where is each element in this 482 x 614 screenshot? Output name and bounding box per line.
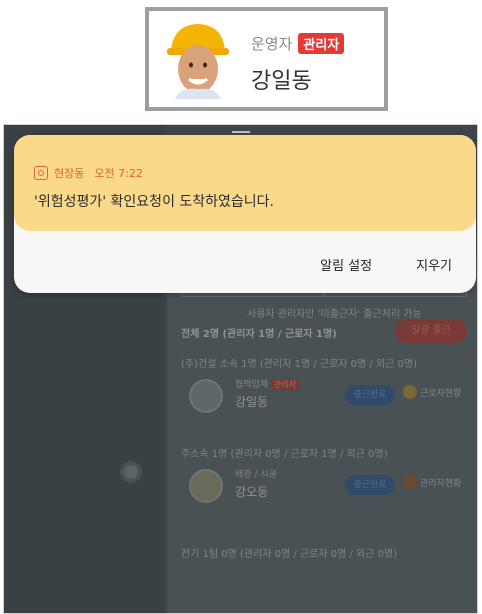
bulk-attend-button[interactable]: 일괄 출근: [395, 319, 467, 343]
notification-app-name: 현장동: [54, 167, 85, 180]
admin-badge: 관리자: [298, 33, 345, 54]
row-name: 강일동: [235, 395, 269, 409]
attend-status-pill[interactable]: 출근완료: [345, 385, 395, 405]
notification-body[interactable]: 현장동 오전 7:22 '위험성평가' 확인요청이 도착하였습니다.: [14, 135, 476, 231]
attend-status-pill[interactable]: 출근완료: [345, 475, 395, 495]
status-label: 관리자현황: [420, 478, 462, 489]
app-icon: [34, 166, 48, 180]
notification-message: '위험성평가' 확인요청이 도착하였습니다.: [34, 194, 275, 210]
row-name: 강오동: [235, 485, 269, 499]
profile-card: 운영자 관리자 강일동: [145, 7, 388, 111]
worker-avatar: [167, 24, 229, 99]
status-icon: [403, 475, 417, 489]
drag-handle[interactable]: [232, 131, 250, 133]
group-header: 주소속 1명 (관리자 0명 / 근로자 1명 / 외근 0명): [181, 449, 388, 460]
push-notification[interactable]: 현장동 오전 7:22 '위험성평가' 확인요청이 도착하였습니다. 알림 설정…: [14, 135, 476, 293]
notification-time: 오전 7:22: [94, 167, 143, 180]
avatar: [189, 469, 223, 503]
admin-badge: 관리자: [271, 379, 300, 390]
status-icon: [403, 385, 417, 399]
floating-home-button[interactable]: [120, 461, 142, 483]
notification-settings-button[interactable]: 알림 설정: [320, 255, 372, 274]
profile-name: 강일동: [251, 69, 312, 94]
group-header: 전기 1팀 0명 (관리자 0명 / 근로자 0명 / 외근 0명): [181, 549, 398, 560]
avatar: [189, 379, 223, 413]
total-count: 전체 2명 (관리자 1명 / 근로자 1명): [181, 329, 337, 340]
status-label: 근로자현황: [420, 388, 462, 399]
list-item[interactable]: 배관 / 시공 강오동 출근완료 관리자현황: [181, 463, 471, 511]
phone-screen: 출근자 미출근자 사용자 관리자만 '미출근자' 출근처리 가능 전체 2명 (…: [3, 124, 478, 614]
profile-role: 운영자: [251, 35, 293, 53]
list-item[interactable]: 협력업체 관리자 강일동 출근완료 근로자현황: [181, 373, 471, 421]
clear-button[interactable]: 지우기: [416, 255, 452, 274]
attendance-list: 출근자 미출근자 사용자 관리자만 '미출근자' 출근처리 가능 전체 2명 (…: [167, 255, 477, 613]
row-role: 협력업체: [235, 380, 269, 390]
row-role: 배관 / 시공: [235, 470, 277, 480]
group-header: (주)건설 소속 1명 (관리자 1명 / 근로자 0명 / 외근 0명): [181, 359, 417, 370]
notice-text: 사용자 관리자만 '미출근자' 출근처리 가능: [247, 309, 422, 320]
